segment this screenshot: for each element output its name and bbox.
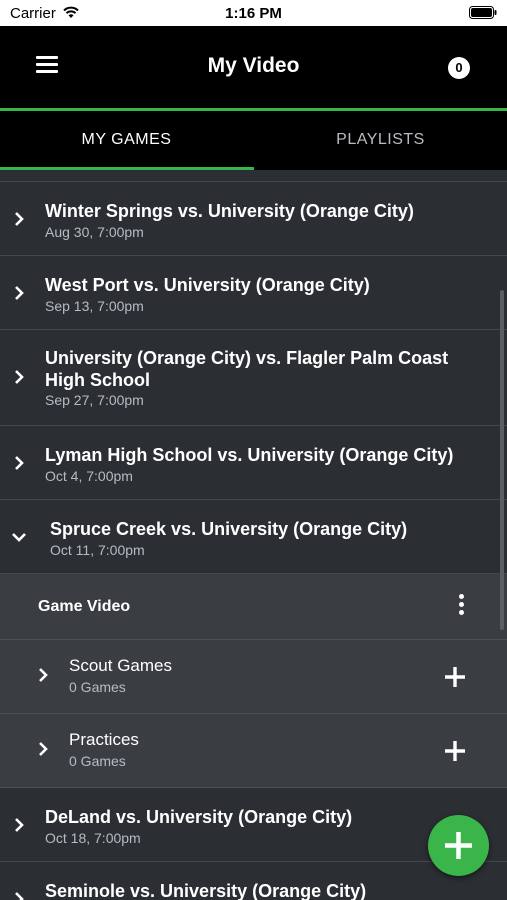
folder-name: Scout Games (69, 656, 172, 675)
game-title: Spruce Creek vs. University (Orange City… (50, 519, 408, 539)
game-row-expanded[interactable]: Spruce Creek vs. University (Orange City… (0, 500, 507, 574)
game-row[interactable]: University (Orange City) vs. Flagler Pal… (0, 330, 507, 426)
game-row[interactable]: Lyman High School vs. University (Orange… (0, 426, 507, 500)
game-list[interactable]: Winter Springs vs. University (Orange Ci… (0, 170, 507, 900)
page-title: My Video (207, 54, 300, 77)
game-title: Winter Springs vs. University (Orange Ci… (45, 201, 414, 221)
game-title: University (Orange City) vs. Flagler Pal… (45, 348, 449, 390)
game-row[interactable]: West Port vs. University (Orange City) S… (0, 256, 507, 330)
folder-row-practices[interactable]: Practices 0 Games (0, 714, 507, 788)
folder-count: 0 Games (69, 679, 126, 695)
game-title: Seminole vs. University (Orange City) (45, 881, 367, 900)
battery-icon (469, 6, 497, 19)
chevron-right-icon (15, 212, 24, 226)
game-date: Oct 4, 7:00pm (45, 468, 133, 484)
chevron-right-icon (15, 370, 24, 384)
tab-bar: MY GAMES PLAYLISTS (0, 111, 507, 170)
chevron-right-icon (15, 892, 24, 900)
chevron-right-icon (15, 818, 24, 832)
game-row[interactable]: Seminole vs. University (Orange City) (0, 862, 507, 900)
notification-badge[interactable]: 0 (448, 57, 470, 79)
more-vertical-icon[interactable] (455, 594, 467, 620)
status-time: 1:16 PM (225, 5, 282, 22)
game-date: Sep 27, 7:00pm (45, 392, 144, 408)
chevron-right-icon (39, 742, 48, 756)
game-date: Oct 11, 7:00pm (50, 542, 145, 558)
tab-playlists[interactable]: PLAYLISTS (254, 111, 507, 170)
game-title: West Port vs. University (Orange City) (45, 275, 370, 295)
folder-name: Practices (69, 730, 139, 749)
game-date: Oct 18, 7:00pm (45, 830, 141, 846)
tab-my-games[interactable]: MY GAMES (0, 111, 253, 170)
list-item-partial (0, 170, 507, 182)
add-button[interactable] (428, 815, 489, 876)
folder-row-scout-games[interactable]: Scout Games 0 Games (0, 640, 507, 714)
game-date: Sep 13, 7:00pm (45, 298, 144, 314)
folder-count: 0 Games (69, 753, 126, 769)
plus-icon (445, 832, 472, 859)
status-bar: Carrier 1:16 PM (0, 0, 507, 26)
scrollbar[interactable] (500, 290, 504, 630)
game-video-header: Game Video (0, 574, 507, 640)
game-video-label: Game Video (38, 598, 131, 615)
chevron-down-icon (12, 533, 26, 542)
chevron-right-icon (39, 668, 48, 682)
plus-icon[interactable] (443, 665, 467, 689)
game-title: DeLand vs. University (Orange City) (45, 807, 353, 827)
chevron-right-icon (15, 456, 24, 470)
chevron-right-icon (15, 286, 24, 300)
plus-icon[interactable] (443, 739, 467, 763)
nav-bar: My Video 0 (0, 26, 507, 109)
game-title: Lyman High School vs. University (Orange… (45, 445, 454, 465)
game-date: Aug 30, 7:00pm (45, 224, 144, 240)
game-row[interactable]: Winter Springs vs. University (Orange Ci… (0, 182, 507, 256)
